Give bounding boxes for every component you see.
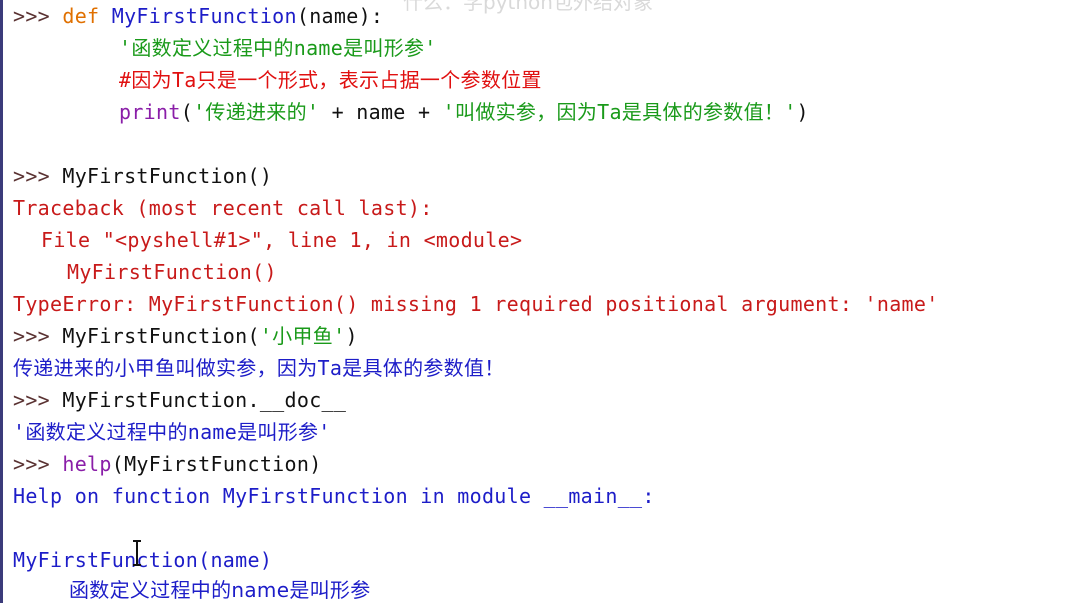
function-params: (name): — [296, 4, 384, 28]
help-signature: MyFirstFunction(name) — [13, 548, 273, 572]
paren-open: ( — [180, 100, 194, 124]
paren-close: ) — [345, 324, 358, 348]
keyword-def: def — [62, 4, 112, 28]
shell-line-docstring: '函数定义过程中的name是叫形参' — [119, 32, 437, 64]
shell-prompt: >>> — [13, 452, 63, 476]
help-args: (MyFirstFunction) — [111, 452, 322, 476]
shell-line-print: print('传递进来的' + name + '叫做实参，因为Ta是具体的参数值… — [119, 96, 809, 128]
argument-string: '小甲鱼' — [259, 324, 346, 348]
string-literal-1: '传递进来的' — [193, 100, 320, 124]
print-output: 传递进来的小甲鱼叫做实参，因为Ta是具体的参数值！ — [13, 356, 505, 380]
shell-line-call-arg: >>> MyFirstFunction('小甲鱼') — [13, 320, 358, 352]
help-docstring: 函数定义过程中的name是叫形参 — [69, 578, 371, 602]
concat-expression: + name + — [319, 100, 443, 124]
python-shell-output[interactable]: 什么：学python包外结对象 >>> def MyFirstFunction(… — [0, 0, 1070, 603]
builtin-help: help — [62, 452, 112, 476]
doc-output: '函数定义过程中的name是叫形参' — [13, 420, 331, 444]
docstring-literal: '函数定义过程中的name是叫形参' — [119, 36, 437, 60]
builtin-print: print — [119, 100, 181, 124]
shell-prompt: >>> — [13, 388, 63, 412]
shell-prompt: >>> — [13, 324, 63, 348]
traceback-source-line: MyFirstFunction() — [67, 260, 277, 284]
video-watermark: 什么：学python包外结对象 — [403, 0, 653, 14]
shell-line-comment: #因为Ta只是一个形式，表示占据一个参数位置 — [119, 64, 542, 96]
call-expression: MyFirstFunction() — [62, 164, 273, 188]
help-header: Help on function MyFirstFunction in modu… — [13, 484, 655, 508]
shell-line-def: >>> def MyFirstFunction(name): — [13, 0, 383, 32]
string-literal-2: '叫做实参，因为Ta是具体的参数值！' — [442, 100, 797, 124]
function-name: MyFirstFunction — [111, 4, 297, 28]
code-comment: #因为Ta只是一个形式，表示占据一个参数位置 — [119, 68, 542, 92]
type-error-message: TypeError: MyFirstFunction() missing 1 r… — [13, 292, 939, 316]
shell-prompt: >>> — [13, 4, 63, 28]
paren-close: ) — [796, 100, 809, 124]
shell-prompt: >>> — [13, 164, 63, 188]
doc-attribute-expression: MyFirstFunction.__doc__ — [62, 388, 347, 412]
shell-line-doc: >>> MyFirstFunction.__doc__ — [13, 384, 346, 416]
traceback-file-line: File "<pyshell#1>", line 1, in <module> — [41, 228, 523, 252]
call-expression: MyFirstFunction( — [62, 324, 260, 348]
shell-line-call-noarg: >>> MyFirstFunction() — [13, 160, 272, 192]
traceback-header: Traceback (most recent call last): — [13, 196, 433, 220]
shell-line-help: >>> help(MyFirstFunction) — [13, 448, 322, 480]
ibeam-cursor-icon — [132, 540, 142, 566]
